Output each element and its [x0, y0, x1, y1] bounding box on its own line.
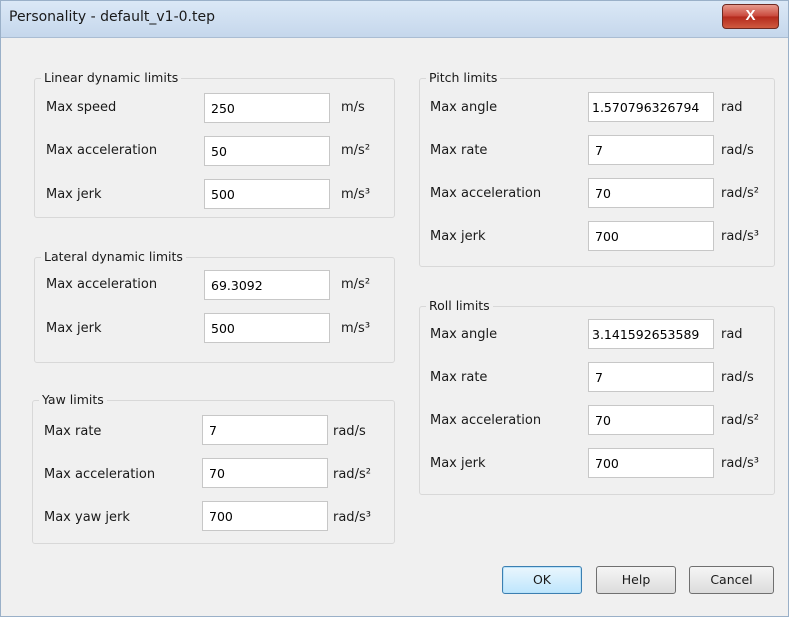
roll-max-angle-field[interactable] — [588, 319, 714, 349]
linear-max-speed-field[interactable] — [204, 93, 330, 123]
roll-max-rate-label: Max rate — [430, 370, 488, 385]
lateral-max-acceleration-unit: m/s² — [341, 277, 371, 292]
lateral-max-jerk-label: Max jerk — [46, 321, 102, 336]
linear-max-jerk-label: Max jerk — [46, 187, 102, 202]
roll-max-jerk-unit: rad/s³ — [721, 456, 759, 471]
lateral-dynamic-limits-title: Lateral dynamic limits — [41, 249, 186, 264]
pitch-max-jerk-label: Max jerk — [430, 229, 486, 244]
roll-max-rate-unit: rad/s — [721, 370, 754, 385]
pitch-max-rate-unit: rad/s — [721, 143, 754, 158]
pitch-max-angle-field[interactable] — [588, 92, 714, 122]
linear-max-speed-label: Max speed — [46, 100, 117, 115]
yaw-limits-title: Yaw limits — [39, 392, 107, 407]
pitch-max-angle-label: Max angle — [430, 100, 498, 115]
yaw-max-rate-label: Max rate — [44, 424, 102, 439]
cancel-button[interactable]: Cancel — [689, 566, 774, 594]
linear-max-acceleration-label: Max acceleration — [46, 143, 158, 158]
yaw-max-rate-unit: rad/s — [333, 424, 366, 439]
lateral-max-acceleration-label: Max acceleration — [46, 277, 158, 292]
title-bar[interactable]: Personality - default_v1-0.tep X — [1, 1, 788, 38]
roll-max-acceleration-label: Max acceleration — [430, 413, 542, 428]
yaw-max-yaw-jerk-field[interactable] — [202, 501, 328, 531]
yaw-max-acceleration-unit: rad/s² — [333, 467, 371, 482]
pitch-max-angle-unit: rad — [721, 100, 743, 115]
yaw-max-yaw-jerk-label: Max yaw jerk — [44, 510, 130, 525]
yaw-max-rate-field[interactable] — [202, 415, 328, 445]
close-button[interactable]: X — [722, 4, 779, 29]
lateral-max-jerk-field[interactable] — [204, 313, 330, 343]
roll-max-angle-label: Max angle — [430, 327, 498, 342]
roll-max-rate-field[interactable] — [588, 362, 714, 392]
lateral-max-jerk-unit: m/s³ — [341, 321, 371, 336]
pitch-max-rate-field[interactable] — [588, 135, 714, 165]
linear-dynamic-limits-title: Linear dynamic limits — [41, 70, 182, 85]
linear-max-acceleration-unit: m/s² — [341, 143, 371, 158]
pitch-max-acceleration-label: Max acceleration — [430, 186, 542, 201]
pitch-max-rate-label: Max rate — [430, 143, 488, 158]
linear-max-jerk-unit: m/s³ — [341, 187, 371, 202]
roll-max-acceleration-unit: rad/s² — [721, 413, 759, 428]
pitch-limits-title: Pitch limits — [426, 70, 501, 85]
yaw-max-yaw-jerk-unit: rad/s³ — [333, 510, 371, 525]
roll-max-angle-unit: rad — [721, 327, 743, 342]
dialog-body: Linear dynamic limits Max speed m/s Max … — [8, 38, 782, 610]
yaw-max-acceleration-label: Max acceleration — [44, 467, 156, 482]
linear-max-acceleration-field[interactable] — [204, 136, 330, 166]
roll-max-acceleration-field[interactable] — [588, 405, 714, 435]
ok-button[interactable]: OK — [502, 566, 582, 594]
close-icon: X — [745, 7, 756, 24]
roll-max-jerk-field[interactable] — [588, 448, 714, 478]
pitch-max-jerk-unit: rad/s³ — [721, 229, 759, 244]
window-title: Personality - default_v1-0.tep — [9, 9, 215, 25]
pitch-max-acceleration-field[interactable] — [588, 178, 714, 208]
help-button[interactable]: Help — [596, 566, 676, 594]
personality-dialog: Personality - default_v1-0.tep X Linear … — [0, 0, 789, 617]
roll-max-jerk-label: Max jerk — [430, 456, 486, 471]
linear-max-jerk-field[interactable] — [204, 179, 330, 209]
linear-max-speed-unit: m/s — [341, 100, 365, 115]
pitch-max-jerk-field[interactable] — [588, 221, 714, 251]
pitch-max-acceleration-unit: rad/s² — [721, 186, 759, 201]
yaw-max-acceleration-field[interactable] — [202, 458, 328, 488]
lateral-max-acceleration-field[interactable] — [204, 270, 330, 300]
roll-limits-title: Roll limits — [426, 298, 493, 313]
